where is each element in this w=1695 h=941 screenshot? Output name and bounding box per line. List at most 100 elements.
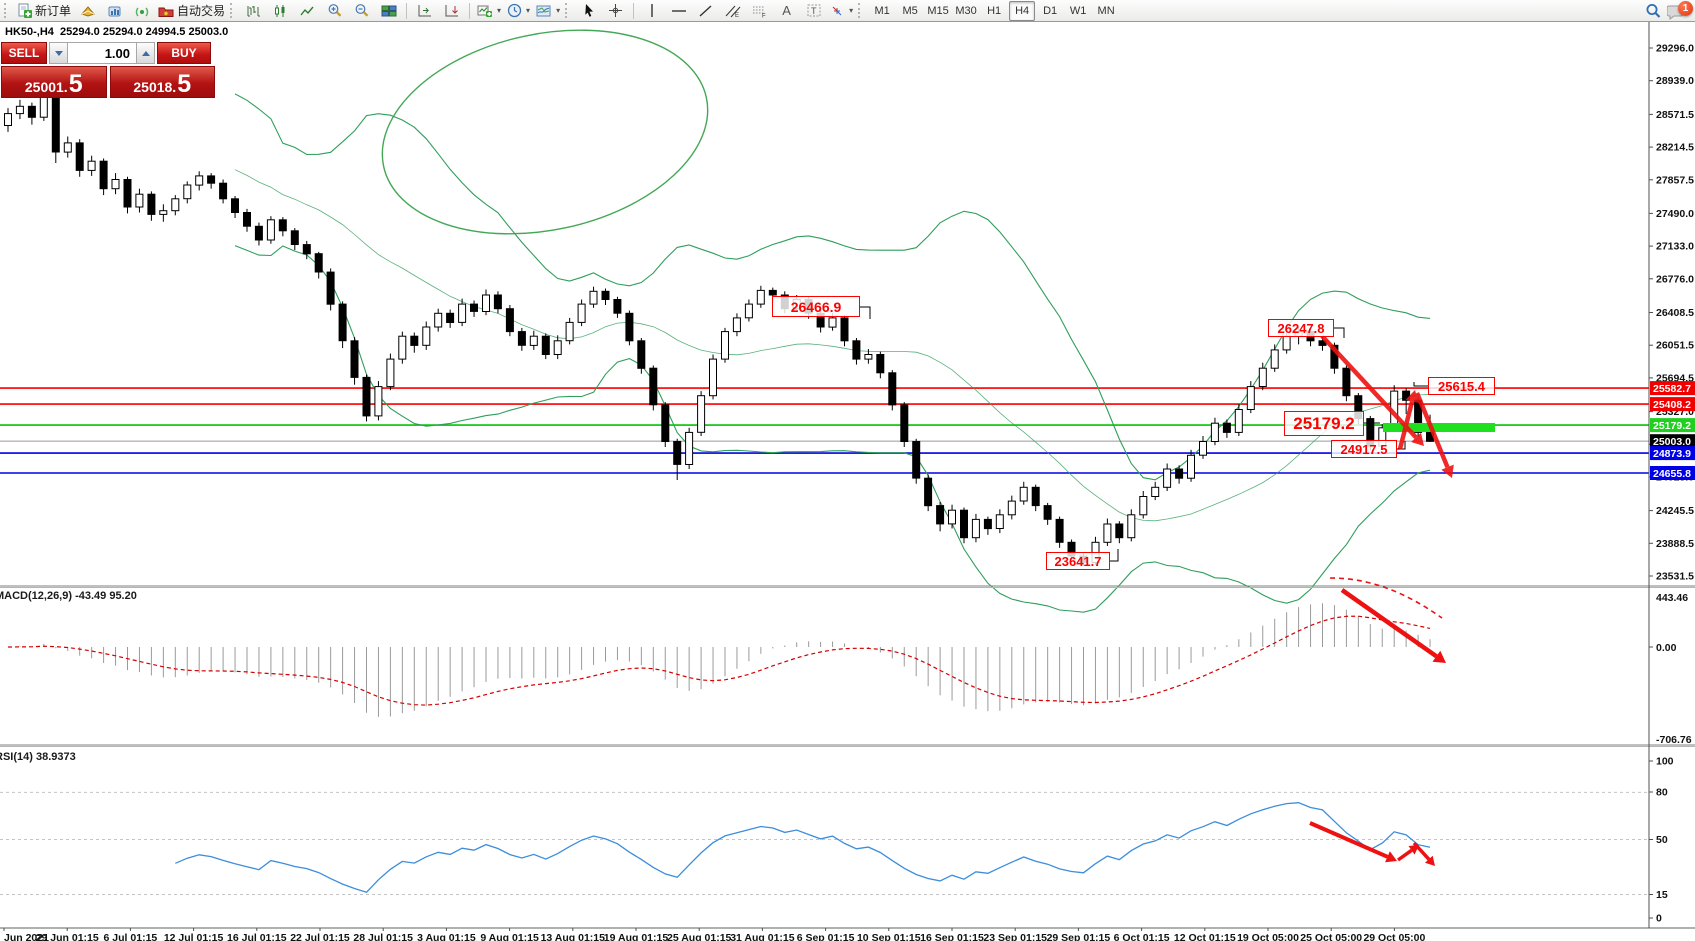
zoom-out-icon — [354, 3, 370, 18]
svg-text:19 Oct 05:00: 19 Oct 05:00 — [1237, 932, 1299, 941]
price-callout-23641[interactable]: 23641.7 — [1046, 552, 1110, 570]
crosshair-tool-button[interactable] — [602, 0, 629, 21]
add-indicator-button[interactable]: ▾ — [474, 0, 504, 21]
candlestick-mode-button[interactable] — [267, 0, 294, 21]
svg-text:50: 50 — [1656, 834, 1668, 846]
svg-text:25582.7: 25582.7 — [1653, 383, 1691, 395]
period-clock-button[interactable]: ▾ — [504, 0, 533, 21]
svg-text:12 Jul 01:15: 12 Jul 01:15 — [164, 932, 224, 941]
svg-text:25 Oct 05:00: 25 Oct 05:00 — [1300, 932, 1362, 941]
toolbar-grip[interactable] — [858, 3, 865, 18]
one-click-trading-panel: SELL BUY 25001. 5 25018. 5 — [1, 42, 215, 98]
shapes-arrows-tool-button[interactable]: ▾ — [827, 0, 856, 21]
template-button[interactable]: ▾ — [533, 0, 563, 21]
line-chart-icon — [300, 4, 315, 18]
quotes-button[interactable] — [74, 0, 101, 21]
price-callout-26466[interactable]: 26466.9 — [772, 296, 860, 317]
notifications-button[interactable]: 1 — [1667, 1, 1693, 21]
fibonacci-tool-button[interactable]: F — [746, 0, 773, 21]
candlestick-icon — [273, 4, 288, 18]
tile-windows-button[interactable] — [375, 0, 402, 21]
svg-text:26776.0: 26776.0 — [1656, 273, 1694, 285]
svg-text:27857.5: 27857.5 — [1656, 174, 1694, 186]
timeframe-button-M5[interactable]: M5 — [897, 1, 923, 21]
svg-text:29 Oct 05:00: 29 Oct 05:00 — [1363, 932, 1425, 941]
blue-chart-icon — [107, 4, 123, 18]
text-label-tool-button[interactable]: T — [800, 0, 827, 21]
auto-trading-label: 自动交易 — [177, 2, 225, 19]
toolbar-grip[interactable] — [565, 3, 572, 18]
tile-windows-icon — [381, 4, 397, 18]
main-toolbar: 新订单 自动交易 — [0, 0, 1695, 22]
volume-decrease-button[interactable] — [49, 42, 68, 64]
horizontal-line-tool-button[interactable] — [665, 0, 692, 21]
timeframe-button-M1[interactable]: M1 — [869, 1, 895, 21]
timeframe-button-H4[interactable]: H4 — [1009, 1, 1035, 21]
svg-text:12 Oct 01:15: 12 Oct 01:15 — [1174, 932, 1236, 941]
text-tool-button[interactable]: A — [773, 0, 800, 21]
auto-trading-button[interactable]: 自动交易 — [155, 0, 228, 21]
timeframe-button-M15[interactable]: M15 — [925, 1, 951, 21]
price-callout-24917[interactable]: 24917.5 — [1331, 440, 1397, 458]
toolbar-grip[interactable] — [230, 3, 237, 18]
line-chart-mode-button[interactable] — [294, 0, 321, 21]
search-button[interactable] — [1640, 0, 1667, 21]
svg-text:29296.0: 29296.0 — [1656, 43, 1694, 55]
price-tags: 25582.725408.225179.225003.024873.924655… — [1650, 381, 1695, 480]
svg-text:23888.5: 23888.5 — [1656, 538, 1694, 550]
bar-chart-mode-button[interactable] — [240, 0, 267, 21]
buy-button[interactable]: BUY — [157, 42, 211, 64]
svg-text:16 Sep 01:15: 16 Sep 01:15 — [920, 932, 984, 941]
dropdown-arrow-icon: ▾ — [556, 6, 560, 15]
volume-input[interactable] — [68, 42, 136, 64]
trendline-tool-button[interactable] — [692, 0, 719, 21]
auto-scroll-button[interactable] — [411, 0, 438, 21]
sell-price-big-digit: 5 — [69, 74, 83, 95]
timeframe-button-H1[interactable]: H1 — [981, 1, 1007, 21]
svg-text:9 Aug 01:15: 9 Aug 01:15 — [480, 932, 539, 941]
gold-book-icon — [80, 4, 96, 18]
price-callout-26247[interactable]: 26247.8 — [1268, 319, 1334, 337]
svg-text:23 Sep 01:15: 23 Sep 01:15 — [983, 932, 1047, 941]
zoom-in-button[interactable] — [321, 0, 348, 21]
timeframe-button-W1[interactable]: W1 — [1065, 1, 1091, 21]
new-order-icon — [17, 3, 32, 18]
sell-button[interactable]: SELL — [1, 42, 47, 64]
clock-icon — [507, 3, 522, 18]
spinner-up-icon — [142, 51, 150, 56]
timeframe-button-D1[interactable]: D1 — [1037, 1, 1063, 21]
svg-text:23531.5: 23531.5 — [1656, 571, 1694, 583]
svg-text:19 Aug 01:15: 19 Aug 01:15 — [604, 932, 669, 941]
cursor-tool-button[interactable] — [575, 0, 602, 21]
sell-price-panel[interactable]: 25001. 5 — [1, 66, 107, 98]
chart-shift-button[interactable] — [438, 0, 465, 21]
svg-text:6 Oct 01:15: 6 Oct 01:15 — [1114, 932, 1170, 941]
buy-price-panel[interactable]: 25018. 5 — [110, 66, 216, 98]
mt4-terminal-window: 新订单 自动交易 — [0, 0, 1695, 941]
volume-increase-button[interactable] — [136, 42, 155, 64]
svg-text:25 Aug 01:15: 25 Aug 01:15 — [667, 932, 732, 941]
vertical-line-tool-button[interactable] — [638, 0, 665, 21]
symbol-ohlc-info: HK50-,H4 25294.0 25294.0 24994.5 25003.0 — [5, 26, 228, 38]
svg-text:10 Sep 01:15: 10 Sep 01:15 — [857, 932, 921, 941]
zoom-out-button[interactable] — [348, 0, 375, 21]
svg-text:0.00: 0.00 — [1656, 642, 1677, 654]
toolbar-grip[interactable] — [4, 3, 11, 18]
svg-text:T: T — [811, 6, 817, 16]
dropdown-arrow-icon: ▾ — [497, 6, 501, 15]
equidistant-channel-tool-button[interactable]: E — [719, 0, 746, 21]
svg-text:25408.2: 25408.2 — [1653, 399, 1691, 411]
signals-button[interactable] — [128, 0, 155, 21]
chart-canvas[interactable]: 29296.028939.028571.528214.527857.527490… — [0, 22, 1695, 941]
market-depth-button[interactable] — [101, 0, 128, 21]
timeframe-button-MN[interactable]: MN — [1093, 1, 1119, 21]
price-callout-25179[interactable]: 25179.2 — [1284, 411, 1364, 436]
svg-text:31 Aug 01:15: 31 Aug 01:15 — [730, 932, 795, 941]
new-order-button[interactable]: 新订单 — [14, 0, 74, 21]
timeframe-button-M30[interactable]: M30 — [953, 1, 979, 21]
search-icon — [1645, 3, 1662, 19]
svg-text:6 Jul 01:15: 6 Jul 01:15 — [104, 932, 158, 941]
svg-text:24245.5: 24245.5 — [1656, 505, 1694, 517]
price-callout-25615[interactable]: 25615.4 — [1428, 377, 1495, 395]
macd-indicator-label: MACD(12,26,9) -43.49 95.20 — [0, 590, 137, 602]
